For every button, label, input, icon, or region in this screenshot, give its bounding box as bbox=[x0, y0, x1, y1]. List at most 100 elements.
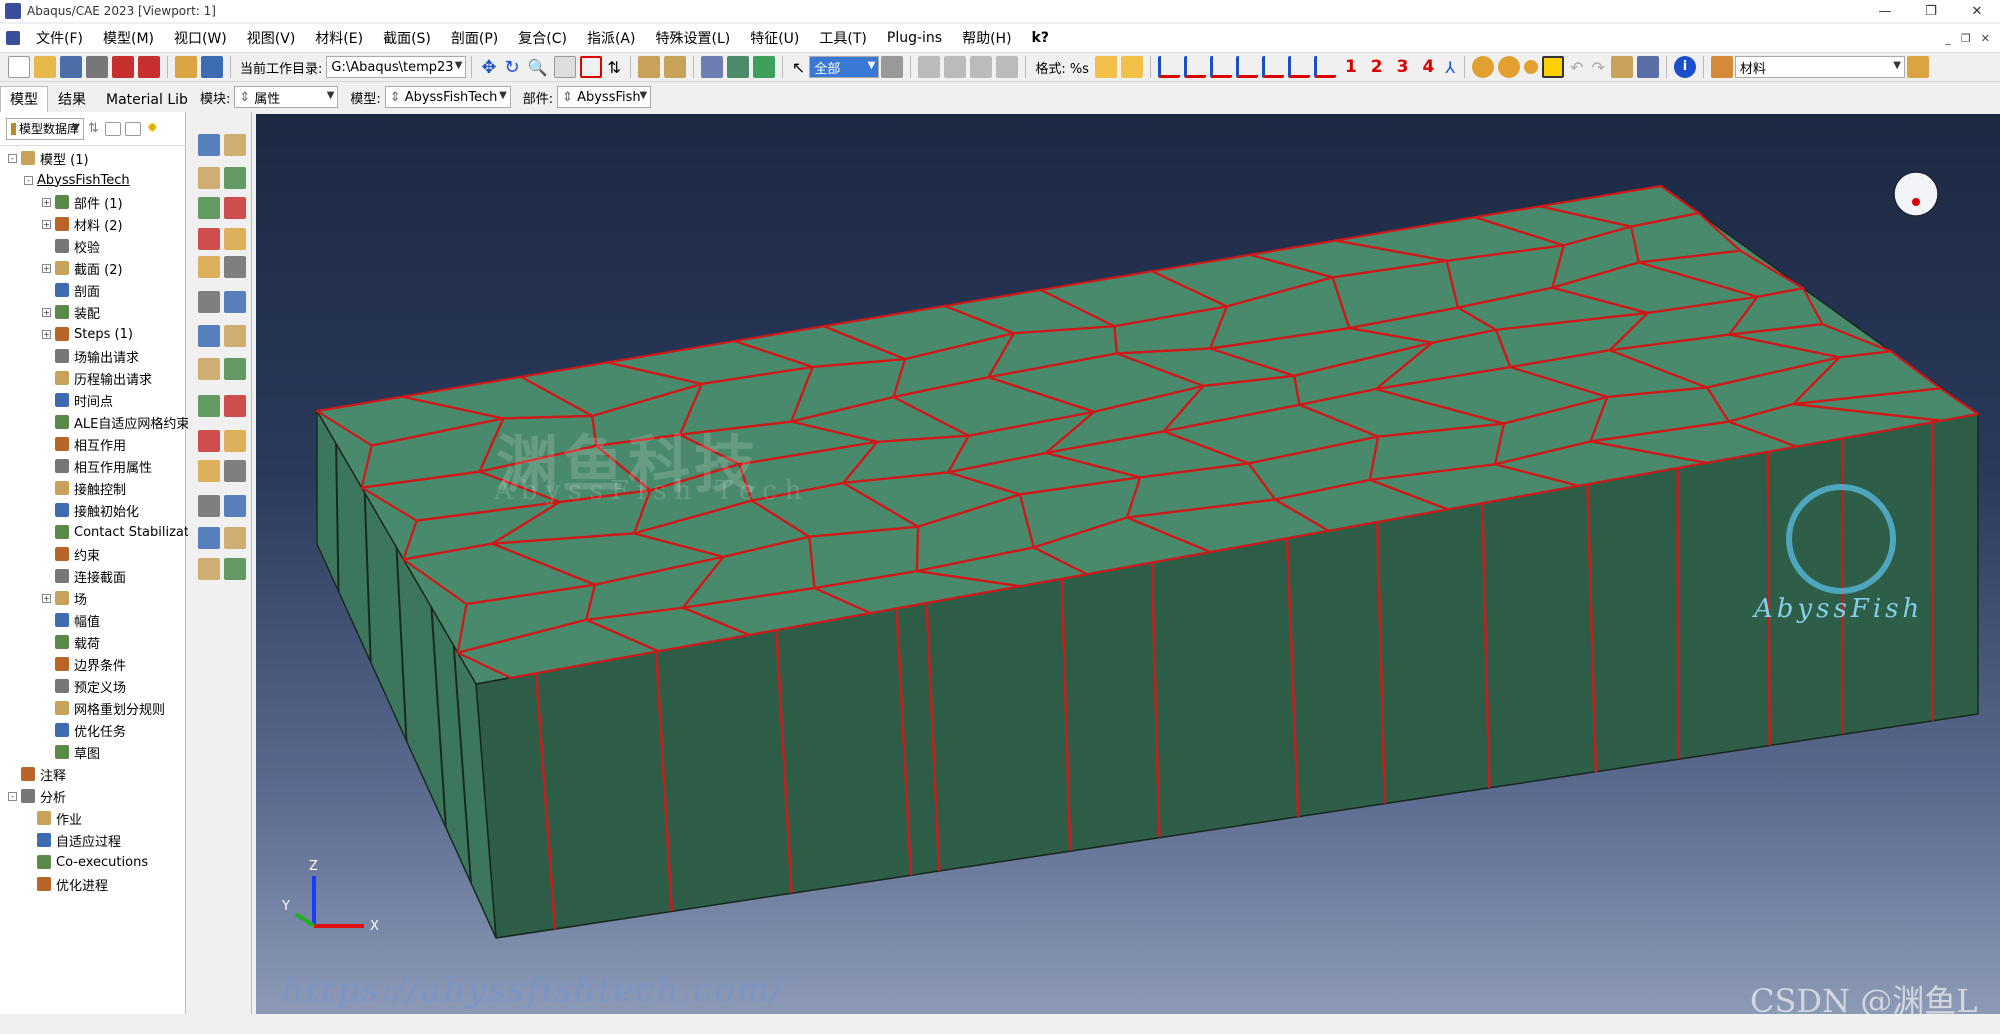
render-shaded-icon[interactable] bbox=[752, 56, 775, 78]
mdi-minimize-button[interactable]: _ bbox=[1945, 32, 1951, 45]
tree-item[interactable]: 相互作用属性 bbox=[42, 456, 152, 476]
menu-viewport[interactable]: 视口(W) bbox=[164, 28, 237, 48]
view-left-icon[interactable] bbox=[1261, 56, 1284, 78]
view-iso-icon[interactable] bbox=[1313, 56, 1336, 78]
color-options-icon[interactable] bbox=[1906, 56, 1929, 78]
part-combo[interactable]: ⇕ AbyssFish ▼ bbox=[557, 86, 652, 108]
skin-icon[interactable] bbox=[198, 291, 220, 313]
tree-item[interactable]: Co-executions bbox=[24, 852, 148, 872]
tree-item[interactable]: + 截面 (2) bbox=[42, 258, 123, 278]
view-back-icon[interactable] bbox=[1183, 56, 1206, 78]
tree-item[interactable]: 优化任务 bbox=[42, 720, 126, 740]
menu-plugins[interactable]: Plug-ins bbox=[877, 30, 952, 46]
tree-item[interactable]: + 材料 (2) bbox=[42, 214, 123, 234]
query-point-icon[interactable] bbox=[198, 527, 220, 549]
menu-view[interactable]: 视图(V) bbox=[237, 28, 306, 48]
selection-filter-combo[interactable]: 全部 ▼ bbox=[809, 56, 880, 78]
tree-item[interactable]: 边界条件 bbox=[42, 654, 126, 674]
assign-section-icon[interactable] bbox=[198, 197, 220, 219]
info-icon[interactable]: i bbox=[1673, 56, 1696, 78]
dashpot-icon[interactable] bbox=[224, 495, 246, 517]
tree-item[interactable]: 作业 bbox=[24, 808, 82, 828]
replace-icon[interactable] bbox=[996, 56, 1019, 78]
create-material-icon[interactable] bbox=[198, 134, 220, 156]
highlight-icon[interactable]: ✹ bbox=[147, 121, 158, 136]
tree-item[interactable]: 约束 bbox=[42, 544, 100, 564]
tree-item[interactable]: 时间点 bbox=[42, 390, 113, 410]
new-model-icon[interactable] bbox=[8, 56, 30, 78]
tree-item[interactable]: 草图 bbox=[42, 742, 100, 762]
menu-special[interactable]: 特殊设置(L) bbox=[645, 28, 740, 48]
assign-beam-orientation-icon[interactable] bbox=[198, 228, 220, 250]
model-scene[interactable]: Z X Y bbox=[256, 114, 2000, 1014]
zoom-icon[interactable]: 🔍 bbox=[528, 58, 548, 77]
tree-item[interactable]: 载荷 bbox=[42, 632, 100, 652]
save-icon[interactable] bbox=[60, 56, 82, 78]
inertia-manager-icon[interactable] bbox=[224, 256, 246, 278]
datum-plane-icon[interactable] bbox=[663, 56, 686, 78]
menu-model[interactable]: 模型(M) bbox=[93, 28, 164, 48]
export-icon[interactable] bbox=[138, 56, 160, 78]
table-icon[interactable] bbox=[1636, 56, 1659, 78]
menu-tools[interactable]: 工具(T) bbox=[809, 28, 876, 48]
tab-results[interactable]: 结果 bbox=[48, 86, 96, 112]
print-icon[interactable] bbox=[86, 56, 108, 78]
datum-icon[interactable] bbox=[637, 56, 660, 78]
section-assignment-manager-icon[interactable] bbox=[224, 197, 246, 219]
workdir-combo[interactable]: G:\Abaqus\temp23 ▼ bbox=[326, 56, 467, 78]
datum-csys-icon[interactable] bbox=[198, 460, 220, 482]
assign-normal-icon[interactable] bbox=[224, 228, 246, 250]
box-zoom-icon[interactable] bbox=[553, 56, 576, 78]
menu-section[interactable]: 截面(S) bbox=[373, 28, 441, 48]
menu-composite[interactable]: 复合(C) bbox=[508, 28, 577, 48]
expand-icon[interactable]: + bbox=[42, 593, 51, 603]
maximize-button[interactable]: ❐ bbox=[1908, 0, 1954, 22]
section-manager-icon[interactable] bbox=[224, 167, 246, 189]
tree-item[interactable]: 连接截面 bbox=[42, 566, 126, 586]
tree-item[interactable]: - AbyssFishTech bbox=[24, 170, 130, 190]
query-icon[interactable] bbox=[918, 56, 941, 78]
pan-icon[interactable]: ✥ bbox=[481, 57, 496, 78]
part-manager-icon[interactable] bbox=[175, 56, 197, 78]
viewport[interactable]: ZXY 渊鱼科技 AbyssFish Tech AbyssFish https:… bbox=[256, 114, 2000, 1020]
special-inertia-icon[interactable] bbox=[198, 256, 220, 278]
expand-icon[interactable]: + bbox=[42, 329, 51, 339]
tree-item[interactable]: ALE自适应网格约束 bbox=[42, 412, 189, 432]
context-help-button[interactable]: k? bbox=[1022, 30, 1059, 46]
select-arrow-icon[interactable]: ↖ bbox=[792, 58, 805, 77]
import-icon[interactable] bbox=[112, 56, 134, 78]
dot-icon[interactable] bbox=[1524, 60, 1539, 74]
csys-icon[interactable] bbox=[198, 558, 220, 580]
view-top-icon[interactable] bbox=[1209, 56, 1232, 78]
view-4-button[interactable]: 4 bbox=[1422, 57, 1434, 77]
rotate-icon[interactable]: ↻ bbox=[504, 57, 519, 78]
instance-icon[interactable] bbox=[1610, 56, 1633, 78]
profile-manager-icon[interactable] bbox=[224, 358, 246, 380]
view-3-button[interactable]: 3 bbox=[1397, 57, 1409, 77]
color-code-icon[interactable] bbox=[1472, 56, 1495, 78]
box-select-icon[interactable] bbox=[944, 56, 967, 78]
tree-item[interactable]: 接触初始化 bbox=[42, 500, 139, 520]
tab-material-library[interactable]: Material Library bbox=[96, 86, 188, 112]
tree-item[interactable]: 接触控制 bbox=[42, 478, 126, 498]
menu-assign[interactable]: 指派(A) bbox=[577, 28, 646, 48]
render-wireframe-icon[interactable] bbox=[700, 56, 723, 78]
tree-filter-combo[interactable]: 模型数据库 ▼ bbox=[6, 117, 84, 140]
minimize-button[interactable]: — bbox=[1862, 0, 1908, 22]
material-manager-icon[interactable] bbox=[224, 134, 246, 156]
render-hidden-icon[interactable] bbox=[726, 56, 749, 78]
module-combo[interactable]: ⇕ 属性 ▼ bbox=[234, 86, 339, 108]
axis-icon[interactable] bbox=[224, 558, 246, 580]
tree-item[interactable]: 注释 bbox=[8, 764, 66, 784]
create-section-icon[interactable] bbox=[198, 167, 220, 189]
color-code-combo[interactable]: 材料 ▼ bbox=[1734, 56, 1905, 78]
composite-layup-icon[interactable] bbox=[198, 395, 220, 417]
tree-item[interactable]: + 部件 (1) bbox=[42, 192, 123, 212]
datum-axis-icon[interactable] bbox=[224, 430, 246, 452]
collapse-icon[interactable]: - bbox=[8, 153, 17, 163]
expand-icon[interactable]: + bbox=[42, 197, 51, 207]
sort-arrows-icon[interactable]: ⇅ bbox=[88, 121, 99, 136]
spring-icon[interactable] bbox=[198, 495, 220, 517]
selection-options-icon[interactable] bbox=[881, 56, 904, 78]
cube-view-icon[interactable] bbox=[1094, 56, 1117, 78]
